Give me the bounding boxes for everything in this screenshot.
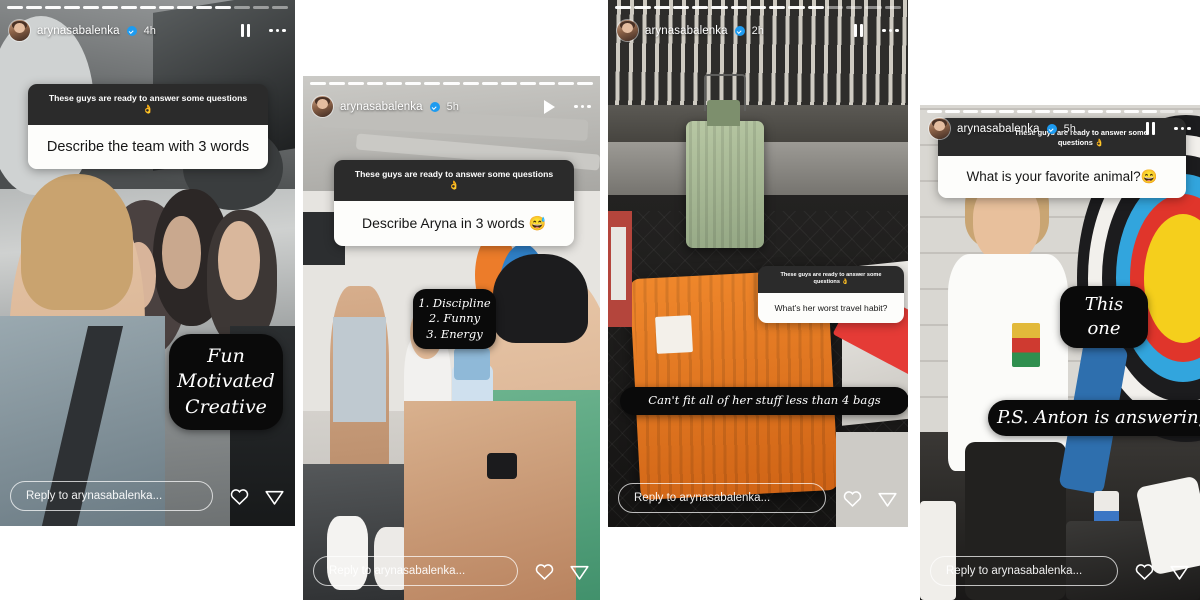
answer-sticker-secondary[interactable]: P.S. Anton is answering [988, 400, 1200, 437]
reply-input[interactable]: Reply to arynasabalenka... [313, 556, 518, 586]
story-panel-baggage-claim[interactable]: arynasabalenka 2h These guys are ready t… [608, 0, 908, 527]
heart-icon[interactable] [842, 488, 863, 509]
account-username[interactable]: arynasabalenka [645, 25, 728, 37]
heart-icon[interactable] [534, 561, 555, 582]
story-reply-bar: Reply to arynasabalenka... [608, 483, 908, 513]
story-timestamp: 2h [751, 24, 764, 37]
verified-badge-icon [126, 25, 137, 36]
question-prompt: These guys are ready to answer some ques… [758, 266, 904, 293]
more-options-icon[interactable] [882, 28, 899, 33]
profile-avatar[interactable] [312, 96, 333, 117]
question-sticker[interactable]: These guys are ready to answer some ques… [28, 84, 268, 169]
reply-input[interactable]: Reply to arynasabalenka... [10, 481, 213, 511]
story-panel-car-selfie[interactable]: arynasabalenka 4h These guys are ready t… [0, 0, 295, 526]
pause-icon[interactable] [241, 24, 251, 37]
story-timestamp: 5h [1063, 122, 1076, 135]
question-prompt: These guys are ready to answer some ques… [28, 84, 268, 125]
account-username[interactable]: arynasabalenka [37, 25, 120, 37]
story-progress-bar[interactable] [0, 6, 295, 9]
pause-icon[interactable] [1146, 122, 1156, 135]
story-header: arynasabalenka 5h [920, 118, 1200, 139]
profile-avatar[interactable] [617, 20, 638, 41]
profile-avatar[interactable] [929, 118, 950, 139]
story-reply-bar: Reply to arynasabalenka... [920, 556, 1200, 586]
more-options-icon[interactable] [269, 28, 286, 33]
answer-sticker[interactable]: Fun Motivated Creative [169, 333, 283, 430]
story-panel-archery-range[interactable]: These guys are ready to answer some ques… [920, 105, 1200, 600]
question-sticker[interactable]: These guys are ready to answer some ques… [758, 266, 904, 323]
more-options-icon[interactable] [574, 104, 591, 109]
story-photo [608, 0, 908, 527]
story-timestamp: 4h [143, 24, 156, 37]
answer-sticker[interactable]: 1. Discipline 2. Funny 3. Energy [413, 289, 496, 350]
share-send-icon[interactable] [569, 561, 590, 582]
question-answer: Describe Aryna in 3 words 😅 [334, 200, 574, 246]
more-options-icon[interactable] [1174, 126, 1191, 131]
heart-icon[interactable] [1134, 561, 1155, 582]
share-send-icon[interactable] [264, 486, 285, 507]
pause-icon[interactable] [854, 24, 864, 37]
question-answer: What's her worst travel habit? [758, 292, 904, 323]
account-username[interactable]: arynasabalenka [957, 123, 1040, 135]
profile-avatar[interactable] [9, 20, 30, 41]
story-panel-gym[interactable]: arynasabalenka 5h These guys are ready t… [303, 76, 600, 600]
answer-sticker[interactable]: This one [1060, 286, 1148, 349]
story-header: arynasabalenka 5h [303, 96, 600, 117]
story-header: arynasabalenka 4h [0, 20, 295, 41]
story-reply-bar: Reply to arynasabalenka... [0, 481, 295, 511]
heart-icon[interactable] [229, 486, 250, 507]
question-answer: Describe the team with 3 words [28, 124, 268, 169]
story-photo [0, 0, 295, 526]
story-progress-bar[interactable] [920, 110, 1200, 113]
question-answer: What is your favorite animal?😄 [938, 155, 1186, 198]
verified-badge-icon [429, 101, 440, 112]
share-send-icon[interactable] [1169, 561, 1190, 582]
story-progress-bar[interactable] [303, 82, 600, 85]
story-progress-bar[interactable] [608, 6, 908, 9]
answer-sticker[interactable]: Can't fit all of her stuff less than 4 b… [620, 387, 908, 415]
verified-badge-icon [1046, 123, 1057, 134]
story-header: arynasabalenka 2h [608, 20, 908, 41]
question-sticker[interactable]: These guys are ready to answer some ques… [334, 160, 574, 246]
verified-badge-icon [734, 25, 745, 36]
account-username[interactable]: arynasabalenka [340, 101, 423, 113]
question-prompt: These guys are ready to answer some ques… [334, 160, 574, 201]
reply-input[interactable]: Reply to arynasabalenka... [930, 556, 1118, 586]
reply-input[interactable]: Reply to arynasabalenka... [618, 483, 826, 513]
story-timestamp: 5h [446, 100, 459, 113]
play-icon[interactable] [544, 99, 556, 114]
story-reply-bar: Reply to arynasabalenka... [303, 556, 600, 586]
story-collage: arynasabalenka 4h These guys are ready t… [0, 0, 1200, 600]
share-send-icon[interactable] [877, 488, 898, 509]
